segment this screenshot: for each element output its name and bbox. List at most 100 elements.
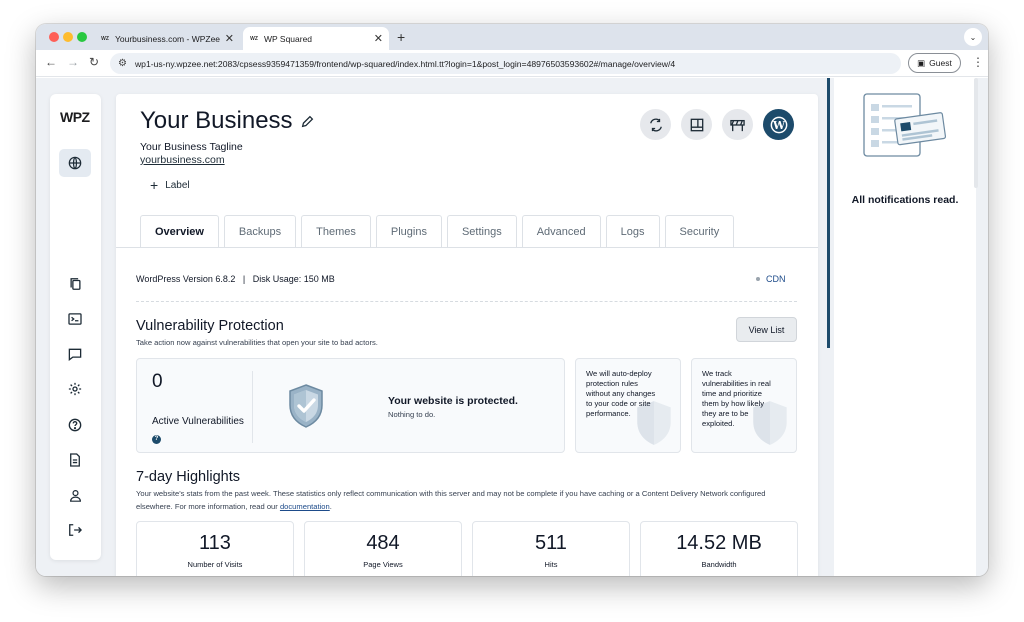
tracking-info-card: We track vulnerabilities in real time an… [691,358,797,453]
site-action-icons: W [640,109,794,140]
stat-label: Page Views [363,560,403,569]
tab-security[interactable]: Security [664,215,735,247]
layout-icon[interactable] [681,109,712,140]
auto-deploy-info-text: We will auto-deploy protection rules wit… [586,369,656,418]
tab-backups[interactable]: Backups [223,215,297,247]
highlights-title: 7-day Highlights [136,469,240,485]
stat-card-hits: 511 Hits [472,521,630,576]
auto-deploy-info-card: We will auto-deploy protection rules wit… [575,358,681,453]
stat-label: Hits [544,560,558,569]
highlights-subtitle: Your website's stats from the past week.… [136,489,766,511]
notifications-scrollbar[interactable] [974,78,978,188]
documentation-link[interactable]: documentation [280,502,330,511]
stat-label: Number of Visits [187,560,243,569]
profile-icon: ▣ [917,57,926,68]
stat-card-bandwidth: 14.52 MB Bandwidth [640,521,798,576]
tab-advanced[interactable]: Advanced [521,215,601,247]
user-icon[interactable] [59,481,91,509]
highlights-subtitle-text: Your website's stats from the past week.… [136,489,766,511]
protection-status-title: Your website is protected. [388,395,518,407]
back-arrow-icon[interactable]: ← [45,55,57,69]
notifications-illustration-icon [854,92,952,167]
tab-themes[interactable]: Themes [301,215,371,247]
forward-arrow-icon[interactable]: → [67,55,79,69]
add-label-button[interactable]: + Label [150,177,190,193]
wpz-favicon-icon: WZ [250,35,258,42]
stat-value: 484 [366,532,400,554]
panel-resize-scrollbar[interactable] [827,78,830,348]
shield-check-icon [287,383,325,434]
reload-icon[interactable]: ↻ [89,55,99,69]
maintenance-barrier-icon[interactable] [722,109,753,140]
vulnerability-count-label: Active Vulnerabilities ? [152,413,247,447]
address-bar-url: wp1-us-ny.wpzee.net:2083/cpsess935947135… [134,58,676,69]
address-bar[interactable]: ⚙ wp1-us-ny.wpzee.net:2083/cpsess9359471… [110,53,901,74]
page-title: Your Business [140,107,314,135]
staging-sync-icon[interactable] [640,109,671,140]
help-icon[interactable]: ? [152,435,161,444]
help-icon[interactable] [59,411,91,439]
globe-icon[interactable] [59,149,91,177]
terminal-icon[interactable] [59,305,91,333]
cdn-status[interactable]: CDN [756,274,786,284]
document-icon[interactable] [59,446,91,474]
left-sidebar: WPZ [50,94,101,560]
tab-settings[interactable]: Settings [446,215,517,247]
wordpress-info-line: WordPress Version 6.8.2 | Disk Usage: 15… [136,274,335,284]
profile-button[interactable]: ▣ Guest [908,53,961,73]
page-content: WPZ Your Business Your Business Tagline … [36,78,988,576]
stat-value: 14.52 MB [676,532,762,554]
cdn-label: CDN [766,274,786,284]
tab-search-chevron-icon[interactable]: ⌄ [964,28,982,46]
wpz-logo: WPZ [60,109,90,125]
notifications-panel: All notifications read. [834,78,976,576]
stat-card-page-views: 484 Page Views [304,521,462,576]
logout-icon[interactable] [59,516,91,544]
browser-toolbar: ← → ↻ ⚙ wp1-us-ny.wpzee.net:2083/cpsess9… [36,50,988,77]
browser-tab-bar: WZ Yourbusiness.com - WPZee ✕ WZ WP Squa… [36,24,988,50]
vulnerability-subtitle: Take action now against vulnerabilities … [136,338,378,347]
view-list-button[interactable]: View List [736,317,797,342]
cdn-status-dot-icon [756,277,760,281]
minimize-window-button[interactable] [63,32,73,42]
copy-icon[interactable] [59,270,91,298]
close-window-button[interactable] [49,32,59,42]
add-label-text: Label [165,179,190,191]
svg-text:W: W [771,118,785,131]
wordpress-icon[interactable]: W [763,109,794,140]
profile-label: Guest [929,58,952,68]
close-tab-icon[interactable]: ✕ [225,32,234,45]
tab-logs[interactable]: Logs [605,215,660,247]
vulnerability-title: Vulnerability Protection [136,318,284,334]
tracking-info-text: We track vulnerabilities in real time an… [702,369,771,428]
browser-menu-icon[interactable]: ⋮ [972,55,984,69]
gear-icon[interactable] [59,375,91,403]
stat-label: Bandwidth [701,560,737,569]
tab-overview[interactable]: Overview [140,215,219,247]
vulnerability-summary-card: 0 Active Vulnerabilities ? Your website … [136,358,565,453]
browser-window: WZ Yourbusiness.com - WPZee ✕ WZ WP Squa… [36,24,988,576]
browser-tab-title: WP Squared [264,33,313,44]
tabs-divider [116,247,818,248]
chat-icon[interactable] [59,340,91,368]
site-settings-icon[interactable]: ⚙ [118,58,127,69]
site-title-text: Your Business [140,107,293,134]
stat-card-visits: 113 Number of Visits [136,521,294,576]
tab-plugins[interactable]: Plugins [375,215,442,247]
new-tab-icon[interactable]: + [397,29,405,45]
active-vulnerabilities-text: Active Vulnerabilities [152,416,244,427]
edit-pencil-icon[interactable] [301,107,314,135]
stat-value: 113 [199,532,231,554]
notifications-status: All notifications read. [851,194,959,206]
stat-value: 511 [535,532,567,554]
site-tabs: Overview Backups Themes Plugins Settings… [140,215,735,247]
browser-tab-yourbusiness[interactable]: WZ Yourbusiness.com - WPZee ✕ [94,27,240,50]
wpz-favicon-icon: WZ [101,35,109,42]
site-tagline: Your Business Tagline [140,141,243,153]
maximize-window-button[interactable] [77,32,87,42]
plus-icon: + [150,177,159,193]
site-url-link[interactable]: yourbusiness.com [140,154,225,166]
card-divider [252,371,253,443]
close-tab-icon[interactable]: ✕ [374,32,383,45]
browser-tab-wp-squared[interactable]: WZ WP Squared ✕ [243,27,389,50]
